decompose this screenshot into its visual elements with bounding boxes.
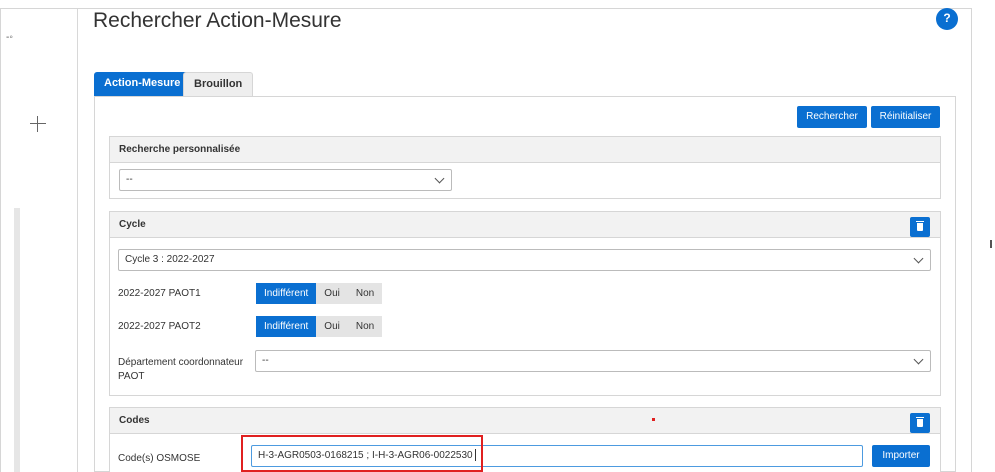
page-title: Rechercher Action-Mesure [93,9,342,32]
custom-search-select[interactable]: -- [119,169,452,191]
dept-select[interactable]: -- [255,350,931,372]
chevron-down-icon [913,253,924,264]
paot2-option-oui[interactable]: Oui [316,316,348,337]
paot1-toggle: Indifférent Oui Non [256,283,383,304]
trash-icon[interactable] [910,413,930,433]
codes-header: Codes [110,408,940,434]
chevron-down-icon [434,173,445,184]
paot1-label: 2022-2027 PAOT1 [118,288,201,299]
cycle-header-label: Cycle [119,219,146,230]
dept-value: -- [262,355,269,366]
reset-button[interactable]: Réinitialiser [871,106,940,128]
codes-header-label: Codes [119,415,150,426]
trash-icon[interactable] [910,217,930,237]
paot2-toggle: Indifférent Oui Non [256,316,383,337]
import-button[interactable]: Importer [872,445,930,467]
custom-search-value: -- [126,174,133,185]
paot1-option-indifferent[interactable]: Indifférent [256,283,317,304]
tab-brouillon[interactable]: Brouillon [183,72,254,96]
cycle-header: Cycle [110,212,940,238]
cycle-value: Cycle 3 : 2022-2027 [125,254,215,265]
resize-handle[interactable] [990,240,992,248]
cycle-select[interactable]: Cycle 3 : 2022-2027 [118,249,931,271]
osmose-label: Code(s) OSMOSE [118,453,201,464]
custom-search-header: Recherche personnalisée [110,137,940,163]
help-icon[interactable]: ? [936,8,958,30]
search-button[interactable]: Rechercher [797,106,867,128]
paot2-option-indifferent[interactable]: Indifférent [256,316,317,337]
cursor-dot [652,418,655,421]
chevron-down-icon [913,354,924,365]
highlight-box [241,435,483,472]
paot1-option-non[interactable]: Non [347,283,383,304]
paot1-option-oui[interactable]: Oui [316,283,348,304]
paot2-option-non[interactable]: Non [347,316,383,337]
dept-label: Département coordonnateur PAOT [118,357,244,382]
paot2-label: 2022-2027 PAOT2 [118,321,201,332]
tab-action-mesure[interactable]: Action-Mesure [94,72,191,96]
